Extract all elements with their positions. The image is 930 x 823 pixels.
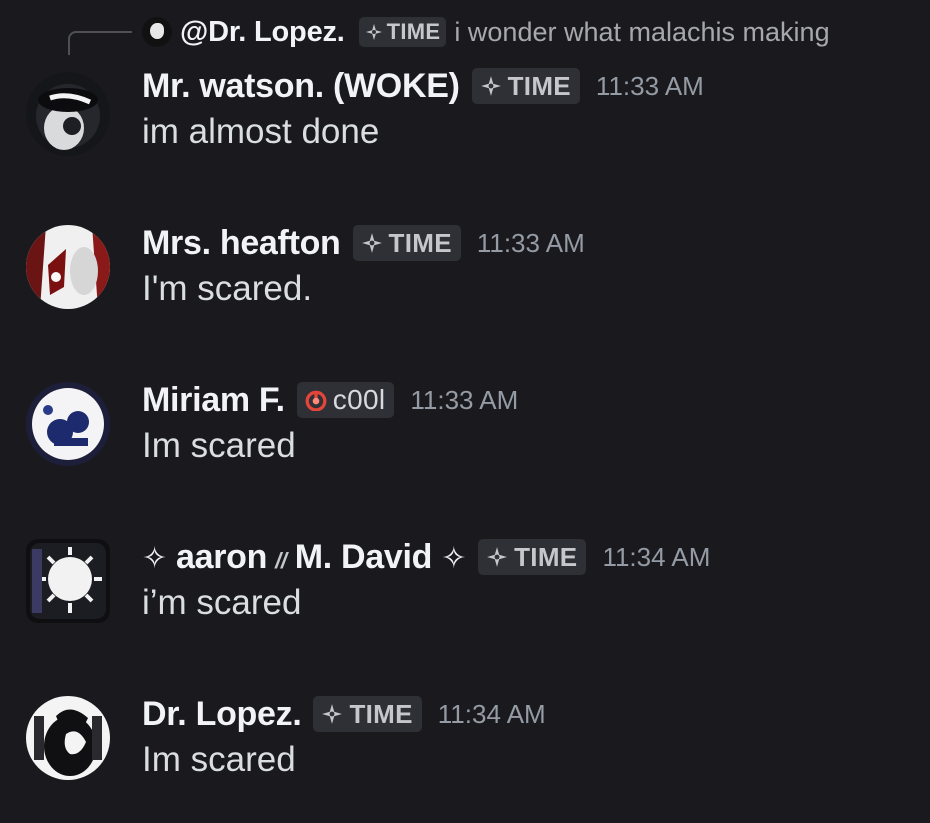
diamond-sparkle-icon xyxy=(321,703,343,725)
diamond-sparkle-icon xyxy=(486,546,508,568)
message-header: Mr. watson. (WOKE) TIME 11:33 AM xyxy=(142,64,704,108)
message-text: I'm scared. xyxy=(142,269,313,308)
lopez-avatar[interactable] xyxy=(26,696,110,780)
miriam-avatar[interactable] xyxy=(26,382,110,466)
timestamp[interactable]: 11:34 AM xyxy=(602,542,710,573)
timestamp[interactable]: 11:33 AM xyxy=(477,228,585,259)
red-swirl-icon xyxy=(305,389,327,411)
heafton-avatar[interactable] xyxy=(26,225,110,309)
message-item: ✧ aaron // M. David ✧ TIME 11:34 AM i’m sc… xyxy=(0,535,930,645)
role-tag-label: TIME xyxy=(349,698,413,729)
watson-avatar[interactable] xyxy=(26,72,110,156)
chat-messages: @Dr. Lopez. TIME i wonder what malachis … xyxy=(0,0,930,823)
role-tag[interactable]: c00l xyxy=(296,382,395,418)
reply-role-tag[interactable]: TIME xyxy=(358,17,447,47)
message-text: Im scared xyxy=(142,740,296,779)
message-text: i’m scared xyxy=(142,583,302,622)
message-header: Mrs. heafton TIME 11:33 AM xyxy=(142,221,585,265)
role-tag-label: TIME xyxy=(514,541,578,572)
reply-username[interactable]: @Dr. Lopez. xyxy=(180,16,345,49)
reply-spine xyxy=(68,31,132,55)
reply-preview[interactable]: @Dr. Lopez. TIME i wonder what malachis … xyxy=(142,13,830,51)
reply-tag-label: TIME xyxy=(386,19,441,44)
message-text: im almost done xyxy=(142,112,380,151)
role-tag[interactable]: TIME xyxy=(471,68,580,104)
aaron-avatar[interactable] xyxy=(26,539,110,623)
diamond-sparkle-icon xyxy=(365,23,383,41)
message-item: Mrs. heafton TIME 11:33 AM I'm scared. xyxy=(0,221,930,331)
username[interactable]: ✧ aaron // M. David ✧ xyxy=(142,538,466,577)
message-text: Im scared xyxy=(142,426,296,465)
username-separator: // xyxy=(275,547,287,573)
message-header: ✧ aaron // M. David ✧ TIME 11:34 AM xyxy=(142,535,710,579)
reply-text: i wonder what malachis making xyxy=(454,16,830,47)
username[interactable]: Dr. Lopez. xyxy=(142,695,302,734)
role-tag[interactable]: TIME xyxy=(352,225,461,261)
username[interactable]: Miriam F. xyxy=(142,381,285,420)
reply-reference[interactable]: @Dr. Lopez. TIME i wonder what malachis … xyxy=(0,0,930,62)
username-part: M. David xyxy=(294,537,433,576)
message-item: Miriam F. c00l 11:33 AM Im scared xyxy=(0,378,930,488)
timestamp[interactable]: 11:34 AM xyxy=(438,699,546,730)
username[interactable]: Mr. watson. (WOKE) xyxy=(142,67,460,106)
message-header: Miriam F. c00l 11:33 AM xyxy=(142,378,518,422)
username[interactable]: Mrs. heafton xyxy=(142,224,341,263)
role-tag[interactable]: TIME xyxy=(313,696,422,732)
reply-avatar[interactable] xyxy=(142,17,172,47)
sparkle-icon: ✧ xyxy=(441,541,467,575)
message-item: Mr. watson. (WOKE) TIME 11:33 AM im almo… xyxy=(0,64,930,174)
timestamp[interactable]: 11:33 AM xyxy=(410,385,518,416)
message-item: Dr. Lopez. TIME 11:34 AM Im scared xyxy=(0,692,930,802)
sparkle-icon: ✧ xyxy=(142,541,167,575)
username-part: aaron xyxy=(176,537,268,576)
role-tag-label: c00l xyxy=(332,384,386,415)
timestamp[interactable]: 11:33 AM xyxy=(596,71,704,102)
diamond-sparkle-icon xyxy=(361,232,383,254)
role-tag-label: TIME xyxy=(507,70,571,101)
message-header: Dr. Lopez. TIME 11:34 AM xyxy=(142,692,546,736)
diamond-sparkle-icon xyxy=(480,75,502,97)
role-tag-label: TIME xyxy=(388,227,452,258)
role-tag[interactable]: TIME xyxy=(478,539,587,575)
